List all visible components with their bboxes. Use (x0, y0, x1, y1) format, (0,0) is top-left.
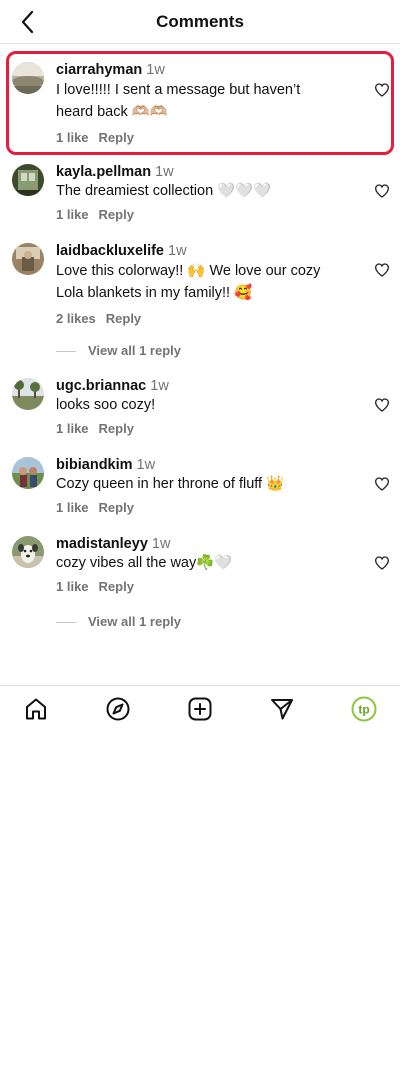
heart-icon[interactable] (374, 476, 390, 492)
avatar[interactable] (12, 536, 44, 568)
comment-username[interactable]: ciarrahyman (56, 62, 142, 78)
create-plus-icon[interactable] (187, 696, 213, 722)
comment-time: 1w (136, 457, 156, 473)
reply-button[interactable]: Reply (99, 130, 134, 145)
home-icon[interactable] (23, 696, 49, 722)
comment-text: The dreamiest collection 🤍🤍🤍 (56, 183, 272, 199)
likes-count[interactable]: 1 like (56, 500, 89, 515)
view-replies-label: View all 1 reply (88, 614, 181, 629)
heart-icon[interactable] (374, 262, 390, 278)
likes-count[interactable]: 2 likes (56, 311, 96, 326)
likes-count[interactable]: 1 like (56, 207, 89, 222)
reply-button[interactable]: Reply (99, 421, 134, 436)
avatar[interactable] (12, 243, 44, 275)
reply-divider-line (56, 622, 76, 624)
avatar[interactable] (12, 62, 44, 94)
comment-text: looks soo cozy! (56, 397, 156, 413)
likes-count[interactable]: 1 like (56, 130, 89, 145)
comment-time: 1w (151, 536, 171, 552)
view-replies-label: View all 1 reply (88, 343, 181, 358)
reply-button[interactable]: Reply (99, 207, 134, 222)
likes-count[interactable]: 1 like (56, 579, 89, 594)
comment-username[interactable]: laidbackluxelife (56, 243, 164, 259)
comment-time: 1w (168, 243, 187, 259)
avatar[interactable] (12, 378, 44, 410)
comment-text: heard back 🫶🏼🫶🏼 (56, 104, 168, 120)
comment-text: I love!!!!! I sent a message but haven’t (56, 82, 301, 98)
comment-username[interactable]: madistanleyy (56, 536, 148, 552)
comment-username[interactable]: ugc.briannac (56, 378, 146, 394)
heart-icon[interactable] (374, 397, 390, 413)
explore-compass-icon[interactable] (105, 696, 131, 722)
direct-send-icon[interactable] (269, 696, 295, 722)
comment-text: cozy vibes all the way☘️🤍 (56, 555, 233, 571)
avatar[interactable] (12, 164, 44, 196)
comment-time: 1w (150, 378, 169, 394)
comment-text: Lola blankets in my family!! 🥰 (56, 285, 253, 301)
comment-username[interactable]: bibiandkim (56, 457, 133, 473)
reply-button[interactable]: Reply (99, 579, 134, 594)
view-replies-button[interactable]: View all 1 reply (56, 343, 181, 358)
reply-button[interactable]: Reply (106, 311, 141, 326)
profile-initials: tp (358, 703, 369, 717)
profile-avatar[interactable]: tp (351, 696, 377, 722)
header: Comments (0, 0, 400, 44)
comment-time: 1w (146, 62, 165, 78)
likes-count[interactable]: 1 like (56, 421, 89, 436)
comment-time: 1w (155, 164, 174, 180)
heart-icon[interactable] (374, 82, 390, 98)
heart-icon[interactable] (374, 183, 390, 199)
comment-username[interactable]: kayla.pellman (56, 164, 151, 180)
comment-text: Love this colorway!! 🙌 We love our cozy (56, 263, 321, 279)
bottom-tab-bar: tp (0, 685, 400, 731)
page-title: Comments (156, 12, 244, 31)
heart-icon[interactable] (374, 555, 390, 571)
view-replies-button[interactable]: View all 1 reply (56, 614, 181, 629)
comment-text: Cozy queen in her throne of fluff 👑 (56, 476, 285, 492)
avatar[interactable] (12, 457, 44, 489)
reply-button[interactable]: Reply (99, 500, 134, 515)
reply-divider-line (56, 351, 76, 353)
